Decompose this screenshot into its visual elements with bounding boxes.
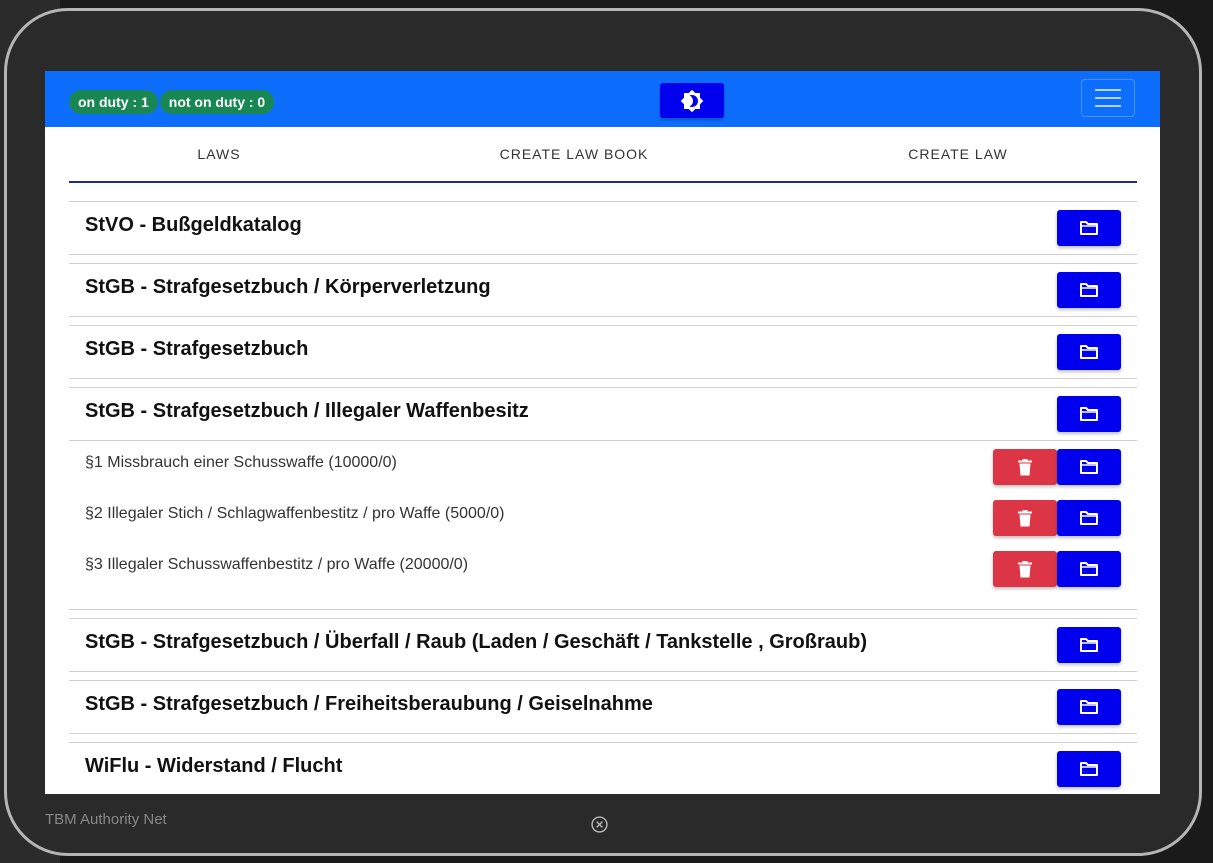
law-book: WiFlu - Widerstand / Flucht: [69, 742, 1137, 794]
hamburger-menu-icon: [1095, 89, 1121, 91]
tab-create-law[interactable]: CREATE LAW: [779, 127, 1137, 181]
menu-toggle-button[interactable]: [1081, 79, 1135, 117]
trash-icon: [1018, 509, 1032, 526]
law-item: §1 Missbrauch einer Schusswaffe (10000/0…: [69, 441, 1137, 492]
tab-laws[interactable]: LAWS: [69, 127, 369, 181]
delete-law-button[interactable]: [993, 551, 1057, 587]
footer-brand: TBM Authority Net: [45, 811, 167, 828]
open-law-button[interactable]: [1057, 551, 1121, 587]
law-item: §2 Illegaler Stich / Schlagwaffenbestitz…: [69, 492, 1137, 543]
folder-icon: [1080, 511, 1098, 525]
folder-icon: [1080, 762, 1098, 776]
law-book-header[interactable]: StGB - Strafgesetzbuch / Überfall / Raub…: [69, 619, 1137, 671]
on-duty-badge: on duty : 1: [69, 90, 158, 114]
law-book-header[interactable]: StVO - Bußgeldkatalog: [69, 202, 1137, 254]
folder-icon: [1080, 700, 1098, 714]
law-item: §3 Illegaler Schusswaffenbestitz / pro W…: [69, 543, 1137, 594]
law-book-header[interactable]: StGB - Strafgesetzbuch: [69, 326, 1137, 378]
brightness-icon: [680, 89, 704, 112]
open-law-book-button[interactable]: [1057, 751, 1121, 787]
close-button[interactable]: [591, 816, 608, 838]
folder-icon: [1080, 562, 1098, 576]
open-law-book-button[interactable]: [1057, 396, 1121, 432]
open-law-book-button[interactable]: [1057, 334, 1121, 370]
tab-bar: LAWS CREATE LAW BOOK CREATE LAW: [69, 127, 1137, 183]
folder-icon: [1080, 345, 1098, 359]
law-book-list: StVO - Bußgeldkatalog StGB - Strafgesetzb…: [69, 201, 1137, 794]
law-book: StGB - Strafgesetzbuch / Körperverletzun…: [69, 263, 1137, 317]
open-law-button[interactable]: [1057, 500, 1121, 536]
law-book-title: StGB - Strafgesetzbuch: [85, 338, 309, 360]
law-book-header[interactable]: StGB - Strafgesetzbuch / Freiheitsberaub…: [69, 681, 1137, 733]
trash-icon: [1018, 560, 1032, 577]
folder-icon: [1080, 638, 1098, 652]
open-law-book-button[interactable]: [1057, 210, 1121, 246]
open-law-button[interactable]: [1057, 449, 1121, 485]
law-label: §2 Illegaler Stich / Schlagwaffenbestitz…: [85, 505, 505, 522]
open-law-book-button[interactable]: [1057, 627, 1121, 663]
law-book-header[interactable]: WiFlu - Widerstand / Flucht: [69, 743, 1137, 794]
law-book: StGB - Strafgesetzbuch: [69, 325, 1137, 379]
law-list: §1 Missbrauch einer Schusswaffe (10000/0…: [69, 440, 1137, 609]
law-book: StGB - Strafgesetzbuch / Illegaler Waffe…: [69, 387, 1137, 610]
open-law-book-button[interactable]: [1057, 689, 1121, 725]
delete-law-button[interactable]: [993, 449, 1057, 485]
navbar: on duty : 1 not on duty : 0: [45, 71, 1160, 127]
not-on-duty-badge: not on duty : 0: [159, 90, 275, 114]
folder-icon: [1080, 407, 1098, 421]
law-book-title: StGB - Strafgesetzbuch / Freiheitsberaub…: [85, 693, 653, 715]
law-book-title: StGB - Strafgesetzbuch / Illegaler Waffe…: [85, 400, 529, 422]
duty-status: on duty : 1 not on duty : 0: [69, 90, 275, 114]
law-book: StGB - Strafgesetzbuch / Freiheitsberaub…: [69, 680, 1137, 734]
law-book: StVO - Bußgeldkatalog: [69, 201, 1137, 255]
close-circle-icon: [591, 816, 608, 833]
law-book-header[interactable]: StGB - Strafgesetzbuch / Illegaler Waffe…: [69, 388, 1137, 440]
law-book-title: StVO - Bußgeldkatalog: [85, 214, 302, 236]
law-book-title: StGB - Strafgesetzbuch / Überfall / Raub…: [85, 631, 867, 653]
delete-law-button[interactable]: [993, 500, 1057, 536]
law-book-title: StGB - Strafgesetzbuch / Körperverletzun…: [85, 276, 491, 298]
law-book: StGB - Strafgesetzbuch / Überfall / Raub…: [69, 618, 1137, 672]
law-label: §3 Illegaler Schusswaffenbestitz / pro W…: [85, 556, 469, 573]
folder-icon: [1080, 283, 1098, 297]
trash-icon: [1018, 458, 1032, 475]
open-law-book-button[interactable]: [1057, 272, 1121, 308]
law-label: §1 Missbrauch einer Schusswaffe (10000/0…: [85, 454, 397, 471]
tablet-screen: on duty : 1 not on duty : 0 LAWS CREATE …: [45, 71, 1160, 794]
folder-icon: [1080, 460, 1098, 474]
tab-create-law-book[interactable]: CREATE LAW BOOK: [369, 127, 779, 181]
theme-toggle-button[interactable]: [660, 83, 724, 118]
law-book-header[interactable]: StGB - Strafgesetzbuch / Körperverletzun…: [69, 264, 1137, 316]
law-book-title: WiFlu - Widerstand / Flucht: [85, 755, 343, 777]
folder-icon: [1080, 221, 1098, 235]
